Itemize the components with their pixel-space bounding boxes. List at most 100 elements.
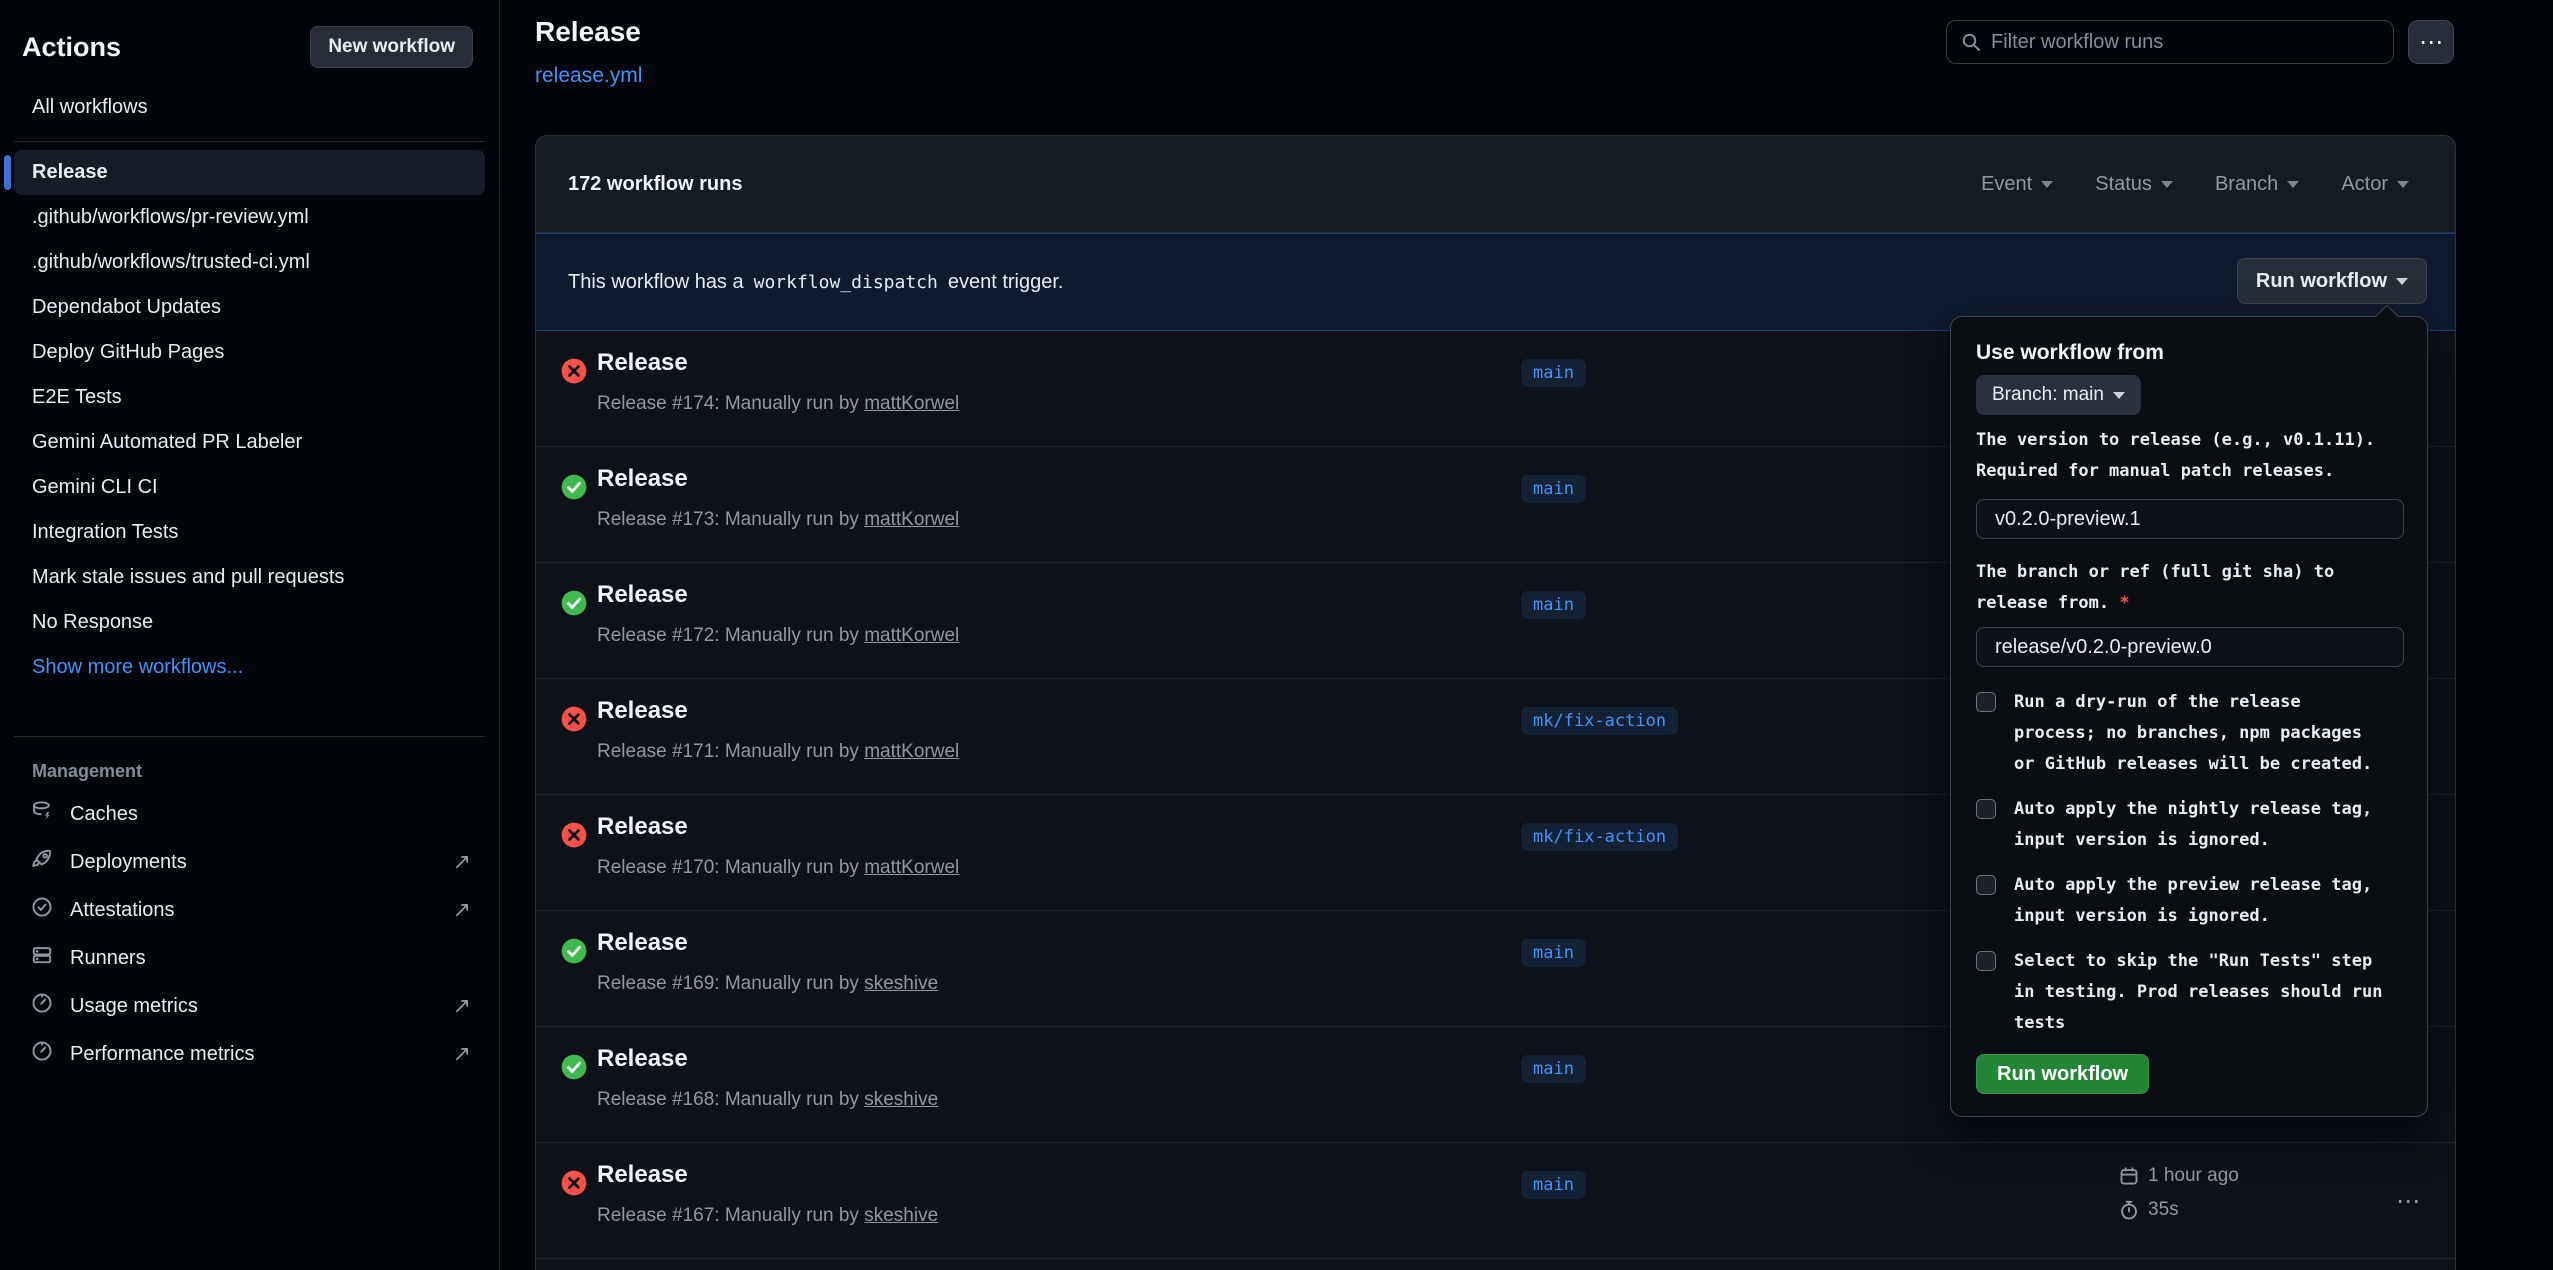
sidebar: Actions New workflow All workflows Relea… bbox=[0, 0, 500, 1270]
stopwatch-icon bbox=[2119, 1200, 2139, 1220]
calendar-icon bbox=[2119, 1166, 2139, 1186]
run-description: Release #173: Manually run by mattKorwel bbox=[597, 509, 959, 531]
sidebar-item-workflow[interactable]: .github/workflows/trusted-ci.yml bbox=[14, 240, 485, 285]
filter-dropdown-label: Actor bbox=[2341, 173, 2388, 196]
banner-code: workflow_dispatch bbox=[754, 272, 938, 293]
checkbox[interactable] bbox=[1976, 951, 1996, 971]
run-title-link[interactable]: Release bbox=[597, 1045, 688, 1073]
search-icon bbox=[1961, 32, 1981, 52]
filter-dropdown[interactable]: Actor bbox=[2341, 173, 2409, 196]
actor-link[interactable]: mattKorwel bbox=[864, 625, 959, 646]
sidebar-item-workflow[interactable]: Gemini CLI CI bbox=[14, 465, 485, 510]
workflow-option-row: Auto apply the nightly release tag, inpu… bbox=[1976, 794, 2402, 856]
actions-title: Actions bbox=[22, 32, 121, 63]
ref-input-description: The branch or ref (full git sha) to rele… bbox=[1976, 557, 2334, 619]
branch-badge[interactable]: mk/fix-action bbox=[1521, 707, 1678, 735]
sidebar-item-label: Deploy GitHub Pages bbox=[32, 341, 224, 364]
popover-heading: Use workflow from bbox=[1976, 341, 2164, 365]
chevron-down-icon bbox=[2287, 181, 2299, 188]
workflow-run-row[interactable]: Release Release #167: Manually run by sk… bbox=[536, 1143, 2455, 1259]
run-title-link[interactable]: Release bbox=[597, 349, 688, 377]
chevron-down-icon bbox=[2161, 181, 2173, 188]
run-description: Release #167: Manually run by skeshive bbox=[597, 1205, 938, 1227]
branch-badge[interactable]: main bbox=[1521, 475, 1586, 503]
branch-badge[interactable]: main bbox=[1521, 359, 1586, 387]
branch-badge[interactable]: main bbox=[1521, 591, 1586, 619]
sidebar-item-workflow[interactable]: Integration Tests bbox=[14, 510, 485, 555]
sidebar-item-performance-metrics[interactable]: Performance metrics ↗ bbox=[0, 1030, 499, 1078]
sidebar-item-label: Mark stale issues and pull requests bbox=[32, 566, 344, 589]
run-title-link[interactable]: Release bbox=[597, 465, 688, 493]
sidebar-item-usage-metrics[interactable]: Usage metrics ↗ bbox=[0, 982, 499, 1030]
filter-workflow-runs-input[interactable] bbox=[1991, 31, 2379, 54]
run-workflow-dropdown-button[interactable]: Run workflow bbox=[2237, 258, 2427, 304]
run-workflow-submit-button[interactable]: Run workflow bbox=[1976, 1054, 2149, 1094]
sidebar-item-workflow[interactable]: Gemini Automated PR Labeler bbox=[14, 420, 485, 465]
branch-badge[interactable]: mk/fix-action bbox=[1521, 823, 1678, 851]
rocket-icon bbox=[31, 848, 53, 876]
checkbox[interactable] bbox=[1976, 799, 1996, 819]
run-options-button[interactable]: ⋯ bbox=[2386, 1183, 2430, 1219]
ref-input[interactable] bbox=[1976, 627, 2404, 667]
management-item-label: Runners bbox=[70, 947, 146, 970]
sidebar-item-all-workflows[interactable]: All workflows bbox=[32, 96, 148, 119]
sidebar-item-caches[interactable]: Caches bbox=[0, 790, 499, 838]
show-more-workflows-link[interactable]: Show more workflows... bbox=[32, 645, 243, 690]
run-title-link[interactable]: Release bbox=[597, 697, 688, 725]
filter-workflow-runs-field[interactable] bbox=[1946, 20, 2394, 64]
filter-dropdown[interactable]: Branch bbox=[2215, 173, 2299, 196]
run-title-link[interactable]: Release bbox=[597, 813, 688, 841]
run-description: Release #172: Manually run by mattKorwel bbox=[597, 625, 959, 647]
actor-link[interactable]: mattKorwel bbox=[864, 393, 959, 414]
run-description: Release #171: Manually run by mattKorwel bbox=[597, 741, 959, 763]
filter-dropdown[interactable]: Event bbox=[1981, 173, 2053, 196]
sidebar-item-runners[interactable]: Runners bbox=[0, 934, 499, 982]
run-description: Release #170: Manually run by mattKorwel bbox=[597, 857, 959, 879]
workflow-nav-list: Release .github/workflows/pr-review.yml … bbox=[0, 142, 499, 645]
management-item-label: Deployments bbox=[70, 851, 187, 874]
meter-icon bbox=[31, 992, 53, 1020]
actor-link[interactable]: mattKorwel bbox=[864, 509, 959, 530]
new-workflow-button[interactable]: New workflow bbox=[310, 26, 473, 68]
actor-link[interactable]: mattKorwel bbox=[864, 741, 959, 762]
sidebar-item-workflow[interactable]: Dependabot Updates bbox=[14, 285, 485, 330]
run-title-link[interactable]: Release bbox=[597, 1161, 688, 1189]
required-asterisk: * bbox=[2119, 593, 2129, 613]
actions-page: Actions New workflow All workflows Relea… bbox=[0, 0, 2553, 1270]
actor-link[interactable]: skeshive bbox=[864, 973, 938, 994]
branch-badge[interactable]: main bbox=[1521, 939, 1586, 967]
actor-link[interactable]: skeshive bbox=[864, 1089, 938, 1110]
sidebar-item-label: No Response bbox=[32, 611, 153, 634]
workflow-options-button[interactable]: ⋯ bbox=[2408, 20, 2454, 64]
sidebar-item-deployments[interactable]: Deployments ↗ bbox=[0, 838, 499, 886]
management-item-label: Performance metrics bbox=[70, 1043, 255, 1066]
status-success-icon bbox=[561, 590, 587, 616]
branch-badge[interactable]: main bbox=[1521, 1055, 1586, 1083]
workflow-file-link[interactable]: release.yml bbox=[535, 64, 642, 88]
kebab-icon: ⋯ bbox=[2419, 28, 2443, 57]
sidebar-item-workflow[interactable]: Mark stale issues and pull requests bbox=[14, 555, 485, 600]
sidebar-item-workflow[interactable]: .github/workflows/pr-review.yml bbox=[14, 195, 485, 240]
sidebar-item-attestations[interactable]: Attestations ↗ bbox=[0, 886, 499, 934]
version-input[interactable] bbox=[1976, 499, 2404, 539]
run-meta: 1 hour ago 35s bbox=[2119, 1161, 2239, 1229]
run-title-link[interactable]: Release bbox=[597, 581, 688, 609]
sidebar-item-workflow[interactable]: Deploy GitHub Pages bbox=[14, 330, 485, 375]
sidebar-item-workflow[interactable]: E2E Tests bbox=[14, 375, 485, 420]
actor-link[interactable]: mattKorwel bbox=[864, 857, 959, 878]
status-success-icon bbox=[561, 938, 587, 964]
runs-count: 172 workflow runs bbox=[568, 173, 743, 196]
branch-badge[interactable]: main bbox=[1521, 1171, 1586, 1199]
run-title-link[interactable]: Release bbox=[597, 929, 688, 957]
filter-dropdown[interactable]: Status bbox=[2095, 173, 2173, 196]
checkbox[interactable] bbox=[1976, 875, 1996, 895]
sidebar-item-workflow[interactable]: No Response bbox=[14, 600, 485, 645]
actor-link[interactable]: skeshive bbox=[864, 1205, 938, 1226]
sidebar-item-workflow[interactable]: Release bbox=[14, 150, 485, 195]
checkbox[interactable] bbox=[1976, 692, 1996, 712]
management-heading: Management bbox=[32, 761, 499, 782]
status-success-icon bbox=[561, 1054, 587, 1080]
filter-dropdown-label: Event bbox=[1981, 173, 2032, 196]
checkbox-label: Select to skip the "Run Tests" step in t… bbox=[2014, 946, 2382, 1039]
branch-selector-button[interactable]: Branch: main bbox=[1976, 375, 2141, 415]
